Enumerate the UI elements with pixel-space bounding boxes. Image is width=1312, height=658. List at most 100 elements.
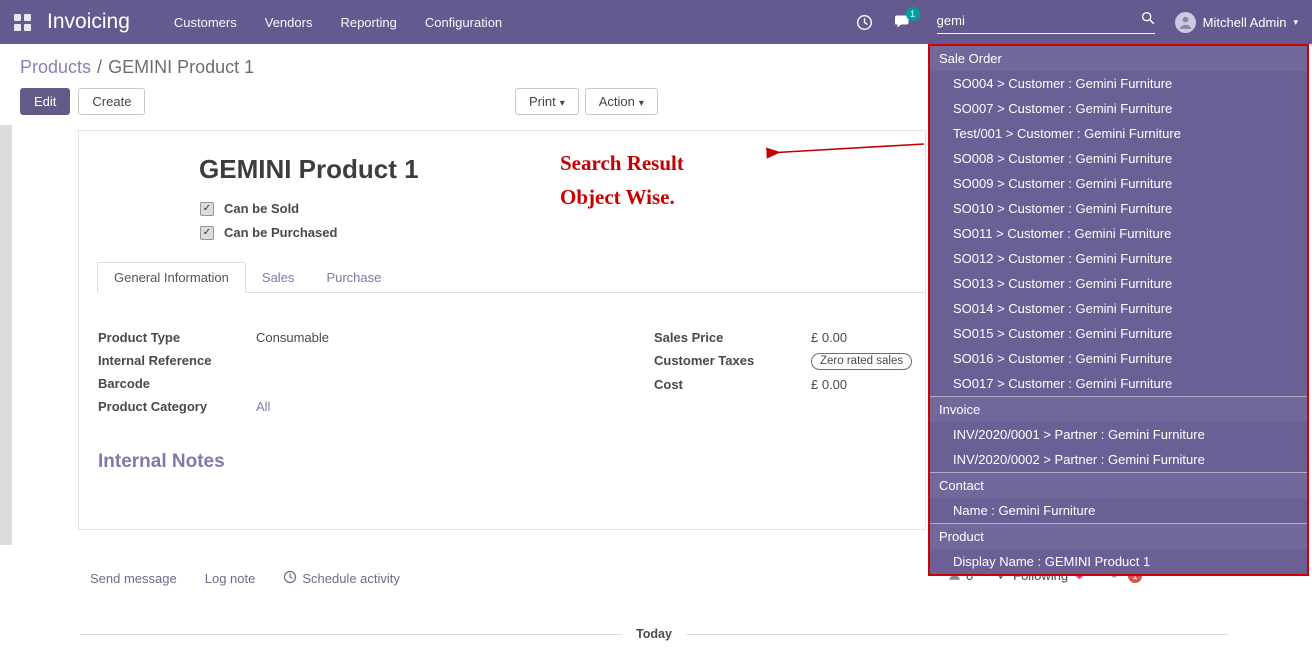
menu-customers[interactable]: Customers [174,15,237,30]
field-value-product-type: Consumable [256,330,329,345]
field-row: Internal Reference [98,353,578,369]
field-row: Customer TaxesZero rated sales [654,353,924,370]
dropdown-result-item[interactable]: SO017 > Customer : Gemini Furniture [930,371,1307,396]
record-buttons: Edit Create [20,88,145,115]
field-row: Cost£ 0.00 [654,377,924,393]
log-note-link[interactable]: Log note [205,571,256,586]
edit-button[interactable]: Edit [20,88,70,115]
field-row: Barcode [98,376,578,392]
dropdown-result-item[interactable]: SO007 > Customer : Gemini Furniture [930,96,1307,121]
divider-line [80,634,622,635]
print-label: Print [529,94,556,109]
chevron-down-icon: ▾ [560,98,565,109]
app-brand[interactable]: Invoicing [47,10,130,34]
product-form-sheet: GEMINI Product 1 ✓ Can be Sold ✓ Can be Pur… [78,130,926,530]
action-button[interactable]: Action ▾ [585,88,658,115]
message-badge: 1 [906,7,920,21]
main-menu: Customers Vendors Reporting Configuration [174,15,502,30]
annotation-line2: Object Wise. [560,180,684,214]
product-flags: ✓ Can be Sold ✓ Can be Purchased [200,201,337,249]
menu-vendors[interactable]: Vendors [265,15,313,30]
menu-reporting[interactable]: Reporting [340,15,396,30]
action-label: Action [599,94,635,109]
dropdown-result-item[interactable]: SO015 > Customer : Gemini Furniture [930,321,1307,346]
checkbox[interactable]: ✓ [200,202,214,216]
field-row: Sales Price£ 0.00 [654,330,924,346]
dropdown-result-item[interactable]: SO004 > Customer : Gemini Furniture [930,71,1307,96]
fields-right-column: Sales Price£ 0.00Customer TaxesZero rate… [654,330,924,400]
notebook-tabs: General InformationSalesPurchase [97,262,925,293]
breadcrumb-separator: / [97,57,102,77]
dropdown-result-item[interactable]: INV/2020/0001 > Partner : Gemini Furnitu… [930,422,1307,447]
action-buttons: Print ▾ Action ▾ [515,88,658,115]
top-navbar: Invoicing Customers Vendors Reporting Confi… [0,0,1312,44]
search-input[interactable] [937,13,1141,28]
checkbox-label: Can be Purchased [224,225,337,240]
dropdown-group-header: Invoice [930,396,1307,422]
today-divider: Today [80,627,1228,641]
field-value-product-category[interactable]: All [256,399,270,414]
menu-configuration[interactable]: Configuration [425,15,502,30]
dropdown-result-item[interactable]: Name : Gemini Furniture [930,498,1307,523]
apps-menu-icon[interactable] [14,14,31,31]
dropdown-group-header: Contact [930,472,1307,498]
checkbox-label: Can be Sold [224,201,299,216]
chevron-down-icon: ▾ [639,98,644,109]
dropdown-result-item[interactable]: SO008 > Customer : Gemini Furniture [930,146,1307,171]
print-button[interactable]: Print ▾ [515,88,579,115]
search-results-dropdown: Sale OrderSO004 > Customer : Gemini Furn… [928,44,1309,576]
dropdown-result-item[interactable]: SO011 > Customer : Gemini Furniture [930,221,1307,246]
send-message-link[interactable]: Send message [90,571,177,586]
field-label: Sales Price [654,330,811,345]
chatter-actions: Send message Log note Schedule activity [90,570,400,587]
dropdown-result-item[interactable]: SO009 > Customer : Gemini Furniture [930,171,1307,196]
annotation-arrow [756,139,930,161]
field-value-sales-price: £ 0.00 [811,330,847,345]
field-label: Product Type [98,330,256,345]
activities-icon[interactable] [856,14,873,31]
user-name: Mitchell Admin [1203,15,1287,30]
dropdown-result-item[interactable]: SO014 > Customer : Gemini Furniture [930,296,1307,321]
chevron-down-icon: ▾ [1293,17,1298,28]
dropdown-result-item[interactable]: SO010 > Customer : Gemini Furniture [930,196,1307,221]
product-title: GEMINI Product 1 [199,154,419,185]
fields-left-column: Product TypeConsumableInternal Reference… [98,330,578,422]
dropdown-result-item[interactable]: SO016 > Customer : Gemini Furniture [930,346,1307,371]
dropdown-result-item[interactable]: SO012 > Customer : Gemini Furniture [930,246,1307,271]
messages-icon[interactable]: 1 [893,14,911,30]
clock-icon [283,570,297,587]
field-value-cost: £ 0.00 [811,377,847,392]
tab-general-information[interactable]: General Information [97,262,246,293]
navbar-right: 1 Mitchell Admin ▾ [856,11,1298,34]
global-search [937,11,1155,34]
tab-sales[interactable]: Sales [246,263,311,292]
user-menu[interactable]: Mitchell Admin ▾ [1175,12,1298,33]
dropdown-result-item[interactable]: INV/2020/0002 > Partner : Gemini Furnitu… [930,447,1307,472]
dropdown-result-item[interactable]: Test/001 > Customer : Gemini Furniture [930,121,1307,146]
checkbox-row: ✓ Can be Sold [200,201,337,216]
search-icon[interactable] [1141,11,1155,30]
dropdown-result-item[interactable]: SO013 > Customer : Gemini Furniture [930,271,1307,296]
tab-purchase[interactable]: Purchase [310,263,397,292]
breadcrumb-products-link[interactable]: Products [20,57,91,77]
field-label: Customer Taxes [654,353,811,368]
field-row: Product CategoryAll [98,399,578,415]
divider-line [686,634,1228,635]
internal-notes-heading: Internal Notes [98,451,225,473]
annotation-note: Search Result Object Wise. [560,146,684,214]
field-label: Barcode [98,376,256,391]
field-label: Internal Reference [98,353,256,368]
breadcrumb-current: GEMINI Product 1 [108,57,254,77]
avatar [1175,12,1196,33]
field-label: Cost [654,377,811,392]
create-button[interactable]: Create [78,88,145,115]
field-label: Product Category [98,399,256,414]
dropdown-group-header: Product [930,523,1307,549]
content-left-gutter [0,125,12,545]
annotation-line1: Search Result [560,146,684,180]
dropdown-result-item[interactable]: Display Name : GEMINI Product 1 [930,549,1307,574]
schedule-activity-link[interactable]: Schedule activity [283,570,400,587]
checkbox[interactable]: ✓ [200,226,214,240]
breadcrumb: Products / GEMINI Product 1 [20,57,254,78]
checkbox-row: ✓ Can be Purchased [200,225,337,240]
